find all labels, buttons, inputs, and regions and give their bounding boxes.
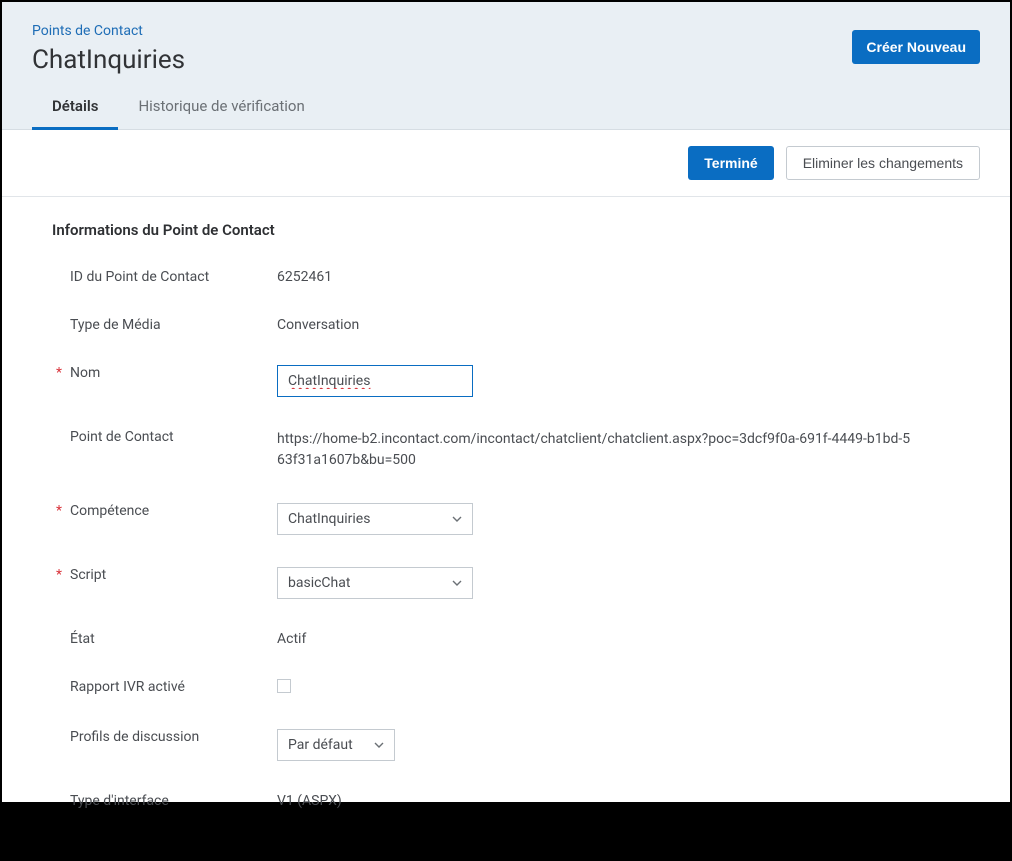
value-state: Actif [277, 627, 917, 647]
label-script: Script [52, 563, 277, 583]
name-input[interactable] [277, 365, 473, 397]
label-state: État [52, 627, 277, 647]
field-row-ivr: Rapport IVR activé [52, 675, 960, 697]
breadcrumb-link[interactable]: Points de Contact [32, 23, 143, 39]
script-select-value: basicChat [288, 575, 350, 591]
label-media-type: Type de Média [52, 313, 277, 333]
label-poc-id: ID du Point de Contact [52, 265, 277, 285]
label-ivr: Rapport IVR activé [52, 675, 277, 695]
script-select[interactable]: basicChat [277, 567, 473, 599]
create-new-button[interactable]: Créer Nouveau [852, 30, 980, 64]
label-interface: Type d'interface [52, 789, 277, 809]
ivr-checkbox[interactable] [277, 679, 291, 693]
page-header: Points de Contact ChatInquiries Créer No… [2, 2, 1010, 85]
tab-bar: Détails Historique de vérification [2, 85, 1010, 130]
field-row-poc-id: ID du Point de Contact 6252461 [52, 265, 960, 285]
value-poc-id: 6252461 [277, 265, 917, 285]
discard-button[interactable]: Eliminer les changements [786, 146, 980, 180]
field-row-script: Script basicChat [52, 563, 960, 599]
label-skill: Compétence [52, 499, 277, 519]
field-row-name: Nom [52, 361, 960, 397]
form-section: Informations du Point de Contact ID du P… [2, 197, 1010, 861]
profile-select[interactable]: Par défaut [277, 729, 395, 761]
value-poc-url: https://home-b2.incontact.com/incontact/… [277, 425, 917, 471]
skill-select-value: ChatInquiries [288, 511, 370, 527]
field-row-media-type: Type de Média Conversation [52, 313, 960, 333]
field-row-state: État Actif [52, 627, 960, 647]
skill-select[interactable]: ChatInquiries [277, 503, 473, 535]
label-poc-url: Point de Contact [52, 425, 277, 445]
page-title: ChatInquiries [32, 45, 980, 75]
chevron-down-icon [452, 580, 462, 586]
value-media-type: Conversation [277, 313, 917, 333]
profile-select-value: Par défaut [288, 737, 353, 753]
field-row-skill: Compétence ChatInquiries [52, 499, 960, 535]
value-interface: V1 (ASPX) [277, 789, 917, 809]
tab-audit-history[interactable]: Historique de vérification [118, 85, 324, 130]
field-row-poc-url: Point de Contact https://home-b2.inconta… [52, 425, 960, 471]
done-button[interactable]: Terminé [688, 146, 773, 180]
section-heading: Informations du Point de Contact [52, 221, 960, 239]
chevron-down-icon [452, 516, 462, 522]
field-row-interface: Type d'interface V1 (ASPX) [52, 789, 960, 809]
label-profile: Profils de discussion [52, 725, 277, 745]
field-row-profile: Profils de discussion Par défaut [52, 725, 960, 761]
label-name: Nom [52, 361, 277, 381]
chevron-down-icon [374, 742, 384, 748]
tab-details[interactable]: Détails [32, 85, 118, 130]
action-bar: Terminé Eliminer les changements [2, 130, 1010, 197]
